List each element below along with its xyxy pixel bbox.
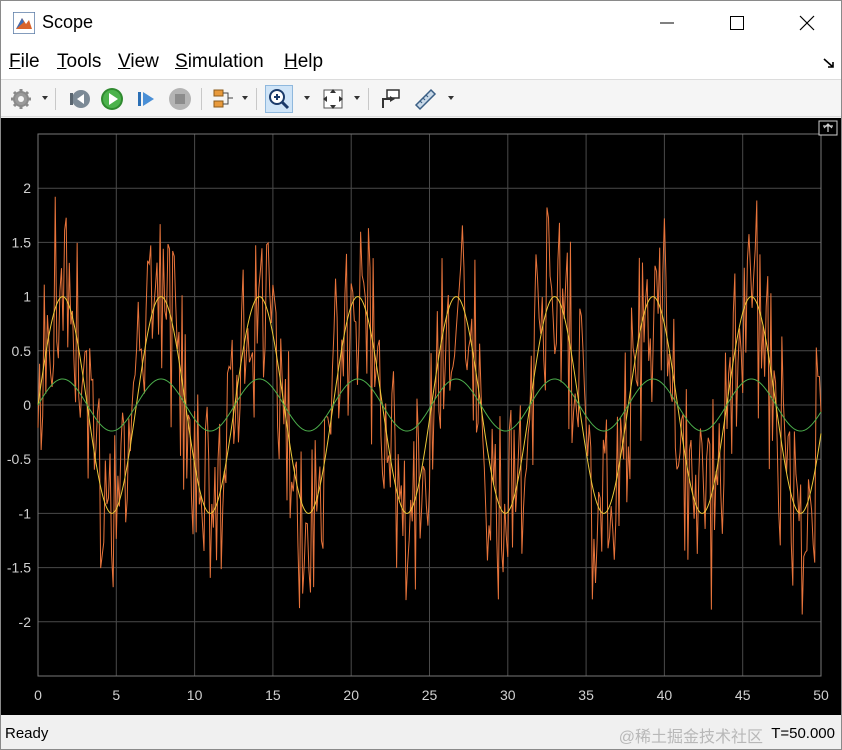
gear-icon — [11, 89, 31, 109]
menu-tools-mnemonic: T — [57, 51, 67, 72]
x-tick-label: 40 — [657, 687, 673, 703]
configuration-button[interactable] — [7, 85, 35, 113]
zoom-in-icon — [269, 89, 290, 110]
autoscale-icon — [323, 89, 343, 109]
menu-tools[interactable]: Tools — [57, 51, 101, 73]
x-tick-label: 0 — [34, 687, 42, 703]
menu-help-mnemonic: H — [284, 51, 298, 72]
x-tick-label: 45 — [735, 687, 751, 703]
step-back-icon — [70, 90, 90, 108]
plot-background — [1, 118, 841, 715]
signal-selector-icon — [213, 89, 233, 108]
scope-window: Scope File Tools View Simulation Help 2 … — [0, 0, 842, 750]
maximize-icon — [730, 16, 744, 30]
x-tick-label: 20 — [343, 687, 359, 703]
menu-file[interactable]: File — [9, 51, 40, 73]
signal-selector-button[interactable] — [209, 85, 237, 113]
toolbar-separator — [368, 88, 369, 110]
toolbar — [1, 79, 841, 117]
menu-bar: File Tools View Simulation Help — [1, 45, 841, 79]
menu-view-mnemonic: V — [118, 51, 131, 72]
menu-help-label: elp — [297, 51, 324, 72]
chevron-down-icon[interactable] — [241, 94, 249, 102]
measurements-icon — [414, 88, 437, 111]
run-button[interactable] — [98, 85, 126, 113]
x-tick-label: 30 — [500, 687, 516, 703]
scope-plot-area: 2 1.5 1 0.5 0 -0.5 -1 -1.5 -2 0 5 10 15 20 25 30 35 40 45… — [1, 118, 842, 715]
watermark: @稀土掘金技术社区 — [618, 729, 763, 746]
measurements-button[interactable] — [411, 85, 439, 113]
x-tick-label: 15 — [265, 687, 281, 703]
step-forward-button[interactable] — [132, 85, 160, 113]
status-bar: Ready @稀土掘金技术社区 T=50.000 — [1, 715, 841, 749]
y-tick-label: -2 — [19, 614, 32, 630]
menu-help[interactable]: Help — [284, 51, 323, 73]
autoscale-button[interactable] — [319, 85, 347, 113]
run-icon — [101, 88, 123, 110]
menu-file-mnemonic: F — [9, 51, 21, 72]
close-icon — [799, 15, 815, 31]
matlab-app-icon — [13, 12, 35, 34]
menu-simulation[interactable]: Simulation — [175, 51, 264, 73]
menu-simulation-label: imulation — [187, 51, 264, 72]
zoom-in-button[interactable] — [265, 85, 293, 113]
x-tick-label: 35 — [578, 687, 594, 703]
step-forward-icon — [138, 92, 154, 106]
minimize-icon — [660, 22, 674, 24]
stop-button[interactable] — [166, 85, 194, 113]
minimize-button[interactable] — [643, 1, 691, 45]
undock-arrow-icon[interactable] — [823, 57, 835, 69]
y-tick-label: 0 — [23, 397, 31, 413]
title-bar[interactable]: Scope — [1, 1, 841, 45]
toolbar-separator — [256, 88, 257, 110]
menu-tools-label: ools — [66, 51, 102, 72]
menu-file-label: ile — [20, 51, 40, 72]
chevron-down-icon[interactable] — [41, 94, 49, 102]
stop-icon — [169, 88, 191, 110]
scope-plot[interactable]: 2 1.5 1 0.5 0 -0.5 -1 -1.5 -2 0 5 10 15 20 25 30 35 40 45… — [1, 118, 842, 715]
step-back-button[interactable] — [65, 85, 93, 113]
y-tick-label: 0.5 — [12, 343, 32, 359]
x-tick-label: 50 — [813, 687, 829, 703]
highlight-block-button[interactable] — [377, 85, 405, 113]
chevron-down-icon[interactable] — [447, 94, 455, 102]
chevron-down-icon[interactable] — [303, 94, 311, 102]
window-title: Scope — [42, 12, 94, 32]
y-tick-label: -1.5 — [7, 560, 31, 576]
highlight-simulink-block-icon — [382, 89, 400, 108]
menu-view[interactable]: View — [118, 51, 159, 73]
status-state: Ready — [5, 725, 49, 742]
y-tick-label: -1 — [19, 505, 32, 521]
menu-view-label: iew — [130, 51, 159, 72]
y-tick-label: 1 — [23, 289, 31, 305]
y-tick-label: -0.5 — [7, 451, 31, 467]
x-tick-label: 10 — [187, 687, 203, 703]
x-tick-label: 5 — [112, 687, 120, 703]
toolbar-separator — [201, 88, 202, 110]
simulation-time: T=50.000 — [771, 725, 835, 742]
x-tick-label: 25 — [422, 687, 438, 703]
chevron-down-icon[interactable] — [353, 94, 361, 102]
expand-axes-button[interactable] — [818, 120, 838, 136]
maximize-button[interactable] — [713, 1, 761, 45]
toolbar-separator — [55, 88, 56, 110]
y-tick-label: 1.5 — [12, 234, 32, 250]
close-button[interactable] — [783, 1, 831, 45]
y-tick-label: 2 — [23, 180, 31, 196]
menu-simulation-mnemonic: S — [175, 51, 188, 72]
